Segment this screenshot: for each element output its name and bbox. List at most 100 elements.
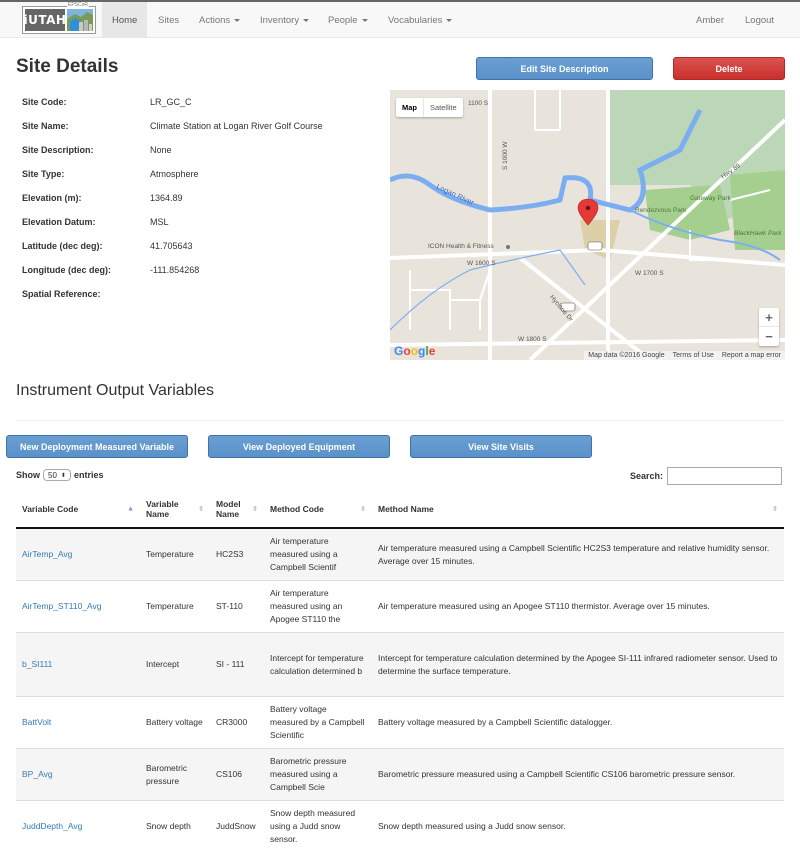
new-deployment-measured-variable-button[interactable]: New Deployment Measured Variable bbox=[6, 435, 188, 458]
method-name-cell: Battery voltage measured by a Campbell S… bbox=[378, 717, 613, 727]
map-footer: Map data ©2016 Google Terms of Use Repor… bbox=[584, 351, 785, 360]
detail-label: Site Type: bbox=[22, 169, 65, 179]
zoom-in-button[interactable]: + bbox=[759, 308, 779, 327]
variable-code-link[interactable]: b_SI111 bbox=[22, 659, 52, 669]
table-header-row: Variable Code ▲ Variable Name ⬍ Model Name… bbox=[16, 490, 784, 529]
table-row: b_SI111 Intercept SI - 111 Intercept for te… bbox=[16, 632, 784, 697]
edit-site-description-button[interactable]: Edit Site Description bbox=[476, 57, 653, 80]
sort-asc-icon: ▲ bbox=[127, 505, 134, 512]
divider bbox=[16, 420, 784, 421]
column-header-variable-code[interactable]: Variable Code ▲ bbox=[16, 490, 140, 529]
detail-value: LR_GC_C bbox=[150, 97, 192, 107]
entries-control: Show 50 ⬍ entries bbox=[16, 469, 103, 481]
variable-name-cell: Barometric pressure bbox=[140, 748, 210, 801]
column-header-method-code[interactable]: Method Code ⬍ bbox=[264, 490, 372, 529]
detail-site-description: Site Description: None bbox=[22, 145, 382, 159]
variable-code-cell: JuddDepth_Avg bbox=[16, 800, 140, 853]
caret-down-icon bbox=[303, 18, 310, 22]
column-header-variable-name[interactable]: Variable Name ⬍ bbox=[140, 490, 210, 529]
search-input[interactable] bbox=[667, 467, 783, 485]
map-label: Rendezvous Park bbox=[635, 207, 687, 214]
column-header-method-name[interactable]: Method Name ⬍ bbox=[372, 490, 784, 529]
nav-vocabularies[interactable]: Vocabularies bbox=[378, 2, 462, 38]
method-name-cell: Intercept for temperature calculation de… bbox=[372, 632, 784, 697]
detail-value: 41.705643 bbox=[150, 241, 193, 251]
section-title: Instrument Output Variables bbox=[16, 382, 215, 399]
nav-inventory-label: Inventory bbox=[260, 14, 300, 26]
nav-sites[interactable]: Sites bbox=[148, 2, 189, 38]
method-code-cell: Air temperature measured using a Campbel… bbox=[264, 527, 372, 581]
variable-name-cell: Temperature bbox=[146, 549, 194, 559]
search-control: Search: bbox=[630, 467, 783, 485]
brand-logo[interactable]: EPSCoR iUTAH bbox=[22, 2, 96, 34]
detail-latitude: Latitude (dec deg): 41.705643 bbox=[22, 241, 382, 255]
variable-name-cell: Temperature bbox=[140, 527, 210, 581]
map-zoom-control: + − bbox=[759, 308, 779, 346]
method-code-cell: Air temperature measured using an Apogee… bbox=[264, 580, 372, 633]
map-type-map[interactable]: Map bbox=[396, 98, 424, 117]
report-map-error-link[interactable]: Report a map error bbox=[722, 352, 781, 359]
model-name-cell: SI - 111 bbox=[210, 632, 264, 697]
google-logo: Google bbox=[394, 344, 436, 358]
detail-label: Site Description: bbox=[22, 145, 94, 155]
method-name-cell: Snow depth measured using a Judd snow se… bbox=[372, 800, 784, 853]
variable-code-link[interactable]: BattVolt bbox=[22, 717, 51, 727]
variable-code-link[interactable]: BP_Avg bbox=[22, 769, 53, 779]
entries-value: 50 bbox=[48, 470, 57, 480]
model-name-cell: ST-110 bbox=[216, 601, 243, 611]
method-code-cell: Barometric pressure measured using a Cam… bbox=[264, 748, 372, 801]
search-label: Search: bbox=[630, 471, 664, 481]
variable-name-cell: Snow depth bbox=[140, 800, 210, 853]
map-canvas[interactable] bbox=[390, 90, 785, 360]
zoom-out-button[interactable]: − bbox=[759, 327, 779, 346]
model-name-cell: SI - 111 bbox=[216, 659, 245, 669]
model-name-cell: CR3000 bbox=[210, 696, 264, 749]
column-label: Method Name bbox=[378, 503, 434, 514]
column-header-model-name[interactable]: Model Name ⬍ bbox=[210, 490, 264, 529]
nav-logout[interactable]: Logout bbox=[735, 2, 784, 38]
forest-area bbox=[608, 90, 640, 185]
variable-code-link[interactable]: JuddDepth_Avg bbox=[22, 821, 82, 831]
model-name-cell: JuddSnow bbox=[216, 821, 256, 832]
detail-value: 1364.89 bbox=[150, 193, 183, 203]
method-code-cell: Air temperature measured using an Apogee… bbox=[270, 588, 343, 624]
detail-label: Spatial Reference: bbox=[22, 289, 101, 299]
route-91-shield-icon bbox=[587, 241, 603, 251]
terms-of-use-link[interactable]: Terms of Use bbox=[673, 352, 714, 359]
column-label: Model Name bbox=[216, 498, 241, 519]
variable-name-cell: Battery voltage bbox=[146, 717, 203, 727]
variable-code-cell: BP_Avg bbox=[16, 748, 140, 801]
nav-home[interactable]: Home bbox=[102, 2, 148, 38]
method-name-cell: Air temperature measured using an Apogee… bbox=[378, 601, 710, 611]
method-code-cell: Battery voltage measured by a Campbell S… bbox=[264, 696, 372, 749]
variables-table: Variable Code ▲ Variable Name ⬍ Model Name… bbox=[16, 490, 784, 853]
variable-code-link[interactable]: AirTemp_ST110_Avg bbox=[22, 601, 102, 611]
variable-code-cell: AirTemp_Avg bbox=[16, 527, 140, 581]
view-site-visits-button[interactable]: View Site Visits bbox=[410, 435, 592, 458]
view-deployed-equipment-button[interactable]: View Deployed Equipment bbox=[208, 435, 390, 458]
detail-label: Elevation Datum: bbox=[22, 217, 96, 227]
sort-both-icon: ⬍ bbox=[198, 505, 204, 513]
table-row: AirTemp_Avg Temperature HC2S3 Air temperatu… bbox=[16, 527, 784, 581]
caret-down-icon bbox=[234, 18, 241, 22]
site-map[interactable]: 1100 S S 1000 W Logan River Rendezvous P… bbox=[390, 90, 785, 360]
nav-people[interactable]: People bbox=[318, 2, 378, 38]
nav-people-label: People bbox=[328, 14, 358, 26]
detail-value: None bbox=[150, 145, 172, 155]
variable-name-cell: Barometric pressure bbox=[146, 762, 188, 786]
variable-code-link[interactable]: AirTemp_Avg bbox=[22, 549, 72, 559]
map-type-satellite[interactable]: Satellite bbox=[424, 98, 463, 117]
nav-inventory[interactable]: Inventory bbox=[250, 2, 319, 38]
park-area bbox=[730, 170, 785, 250]
detail-label: Site Code: bbox=[22, 97, 67, 107]
nav-actions[interactable]: Actions bbox=[189, 2, 250, 38]
table-row: BattVolt Battery voltage CR3000 Battery vol… bbox=[16, 696, 784, 749]
map-data-credit: Map data ©2016 Google bbox=[588, 352, 665, 359]
nav-vocabularies-label: Vocabularies bbox=[388, 14, 443, 26]
entries-select[interactable]: 50 ⬍ bbox=[43, 469, 71, 481]
delete-button[interactable]: Delete bbox=[673, 57, 785, 80]
navbar: EPSCoR iUTAH Home Sites Actions Inventor… bbox=[0, 0, 800, 38]
sort-both-icon: ⬍ bbox=[252, 505, 258, 513]
nav-user[interactable]: Amber bbox=[686, 2, 734, 38]
detail-site-code: Site Code: LR_GC_C bbox=[22, 97, 382, 111]
